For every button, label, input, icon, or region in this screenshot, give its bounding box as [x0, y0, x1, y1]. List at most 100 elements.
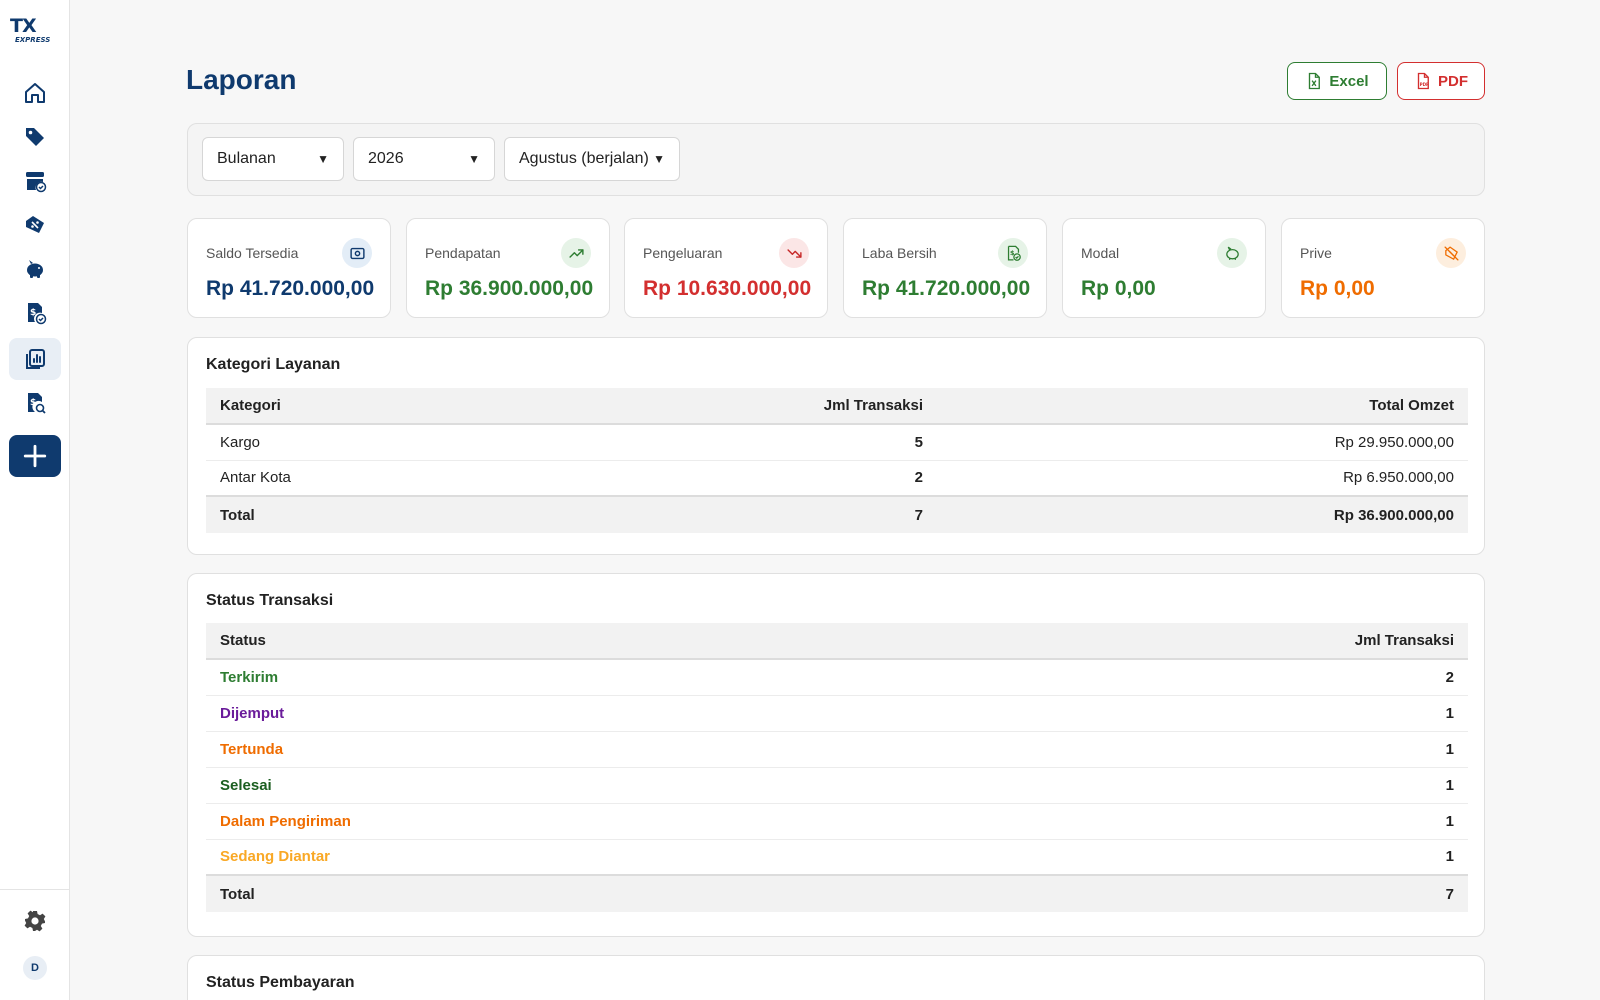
hand-money-icon — [1436, 238, 1466, 268]
trend-down-icon — [779, 238, 809, 268]
home-icon — [25, 83, 45, 103]
status-name: Terkirim — [206, 659, 907, 696]
table-row: Kargo 5 Rp 29.950.000,00 — [206, 424, 1468, 461]
total-label: Total — [206, 495, 606, 533]
table-row: Terkirim 2 — [206, 659, 1468, 696]
sidebar-item-laporan[interactable] — [9, 338, 61, 380]
card-label: Pengeluaran — [643, 245, 723, 261]
card-value: Rp 0,00 — [1300, 277, 1375, 300]
table-row: Antar Kota 2 Rp 6.950.000,00 — [206, 460, 1468, 497]
money-check-icon: $ — [998, 238, 1028, 268]
status-name: Tertunda — [206, 731, 907, 768]
status-count: 1 — [906, 803, 1468, 840]
card-value: Rp 36.900.000,00 — [425, 277, 594, 300]
chevron-down-icon: ▼ — [468, 152, 480, 166]
total-omzet: Rp 36.900.000,00 — [937, 495, 1468, 533]
card-value: Rp 41.720.000,00 — [206, 277, 375, 300]
kategori-name: Antar Kota — [206, 460, 606, 497]
wallet-icon — [342, 238, 372, 268]
panel-title: Status Transaksi — [206, 592, 334, 609]
year-select-value: 2026 — [368, 150, 404, 167]
app-logo[interactable]: TX EXPRESS — [10, 16, 60, 46]
status-table: Status Jml Transaksi Terkirim 2 Dijemput… — [206, 623, 1468, 912]
table-total-row: Total 7 Rp 36.900.000,00 — [206, 495, 1468, 533]
status-count: 1 — [906, 767, 1468, 804]
year-select[interactable]: 2026 ▼ — [353, 137, 495, 181]
excel-file-icon — [1309, 72, 1321, 90]
gear-icon — [24, 910, 46, 932]
summary-card-pendapatan: Pendapatan Rp 36.900.000,00 — [406, 218, 610, 318]
table-header-row: Status Jml Transaksi — [206, 623, 1468, 660]
svg-text:$: $ — [30, 308, 36, 318]
sidebar: TX EXPRESS $ $ D — [0, 0, 70, 1000]
kategori-omzet: Rp 6.950.000,00 — [937, 460, 1468, 497]
column-header-total-omzet[interactable]: Total Omzet — [937, 388, 1468, 425]
sidebar-item-diskon[interactable] — [9, 204, 61, 246]
svg-text:$: $ — [30, 398, 36, 408]
table-row: Selesai 1 — [206, 767, 1468, 804]
user-avatar[interactable]: D — [23, 956, 47, 980]
total-count: 7 — [906, 874, 1468, 912]
chevron-down-icon: ▼ — [317, 152, 329, 166]
box-check-icon — [26, 172, 47, 193]
table-total-row: Total 7 — [206, 874, 1468, 912]
status-count: 1 — [906, 695, 1468, 732]
export-pdf-button[interactable]: PDF PDF — [1397, 62, 1485, 100]
discount-icon — [26, 216, 44, 233]
filter-bar: Bulanan ▼ 2026 ▼ Agustus (berjalan) ▼ — [187, 123, 1485, 196]
sidebar-item-tarif[interactable] — [9, 116, 61, 158]
status-count: 1 — [906, 731, 1468, 768]
add-transaction-button[interactable] — [9, 435, 61, 477]
kategori-omzet: Rp 29.950.000,00 — [937, 424, 1468, 461]
table-row: Dijemput 1 — [206, 695, 1468, 732]
panel-title: Kategori Layanan — [206, 356, 341, 373]
kategori-count: 2 — [606, 460, 937, 497]
card-label: Modal — [1081, 245, 1120, 261]
card-label: Pendapatan — [425, 245, 501, 261]
card-label: Laba Bersih — [862, 245, 937, 261]
status-count: 1 — [906, 839, 1468, 876]
sidebar-item-cek-resi[interactable]: $ — [9, 382, 61, 424]
panel-title: Status Pembayaran — [206, 974, 355, 991]
card-value: Rp 0,00 — [1081, 277, 1156, 300]
status-name: Dijemput — [206, 695, 907, 732]
trend-up-icon — [561, 238, 591, 268]
summary-card-modal: Modal Rp 0,00 — [1062, 218, 1266, 318]
pdf-file-icon: PDF — [1417, 72, 1429, 90]
column-header-kategori[interactable]: Kategori — [206, 388, 606, 425]
sidebar-divider — [0, 889, 70, 890]
table-row: Tertunda 1 — [206, 731, 1468, 768]
sidebar-item-home[interactable] — [9, 72, 61, 114]
table-row: Sedang Diantar 1 — [206, 839, 1468, 876]
summary-card-prive: Prive Rp 0,00 — [1281, 218, 1485, 318]
sidebar-item-transaksi[interactable] — [9, 160, 61, 202]
piggy-bank-icon — [1217, 238, 1247, 268]
settings-button[interactable] — [9, 900, 61, 942]
chevron-down-icon: ▼ — [653, 152, 665, 166]
card-value: Rp 10.630.000,00 — [643, 277, 812, 300]
status-name: Sedang Diantar — [206, 839, 907, 876]
status-name: Dalam Pengiriman — [206, 803, 907, 840]
month-select[interactable]: Agustus (berjalan) ▼ — [504, 137, 680, 181]
kategori-layanan-panel: Kategori Layanan Kategori Jml Transaksi … — [187, 337, 1485, 555]
logo-text: TX — [10, 15, 37, 37]
total-count: 7 — [606, 495, 937, 533]
kategori-table: Kategori Jml Transaksi Total Omzet Kargo… — [206, 388, 1468, 533]
status-name: Selesai — [206, 767, 907, 804]
sidebar-item-modal[interactable] — [9, 248, 61, 290]
column-header-jml-transaksi[interactable]: Jml Transaksi — [606, 388, 937, 425]
table-header-row: Kategori Jml Transaksi Total Omzet — [206, 388, 1468, 425]
status-pembayaran-panel: Status Pembayaran — [187, 955, 1485, 1000]
period-select[interactable]: Bulanan ▼ — [202, 137, 344, 181]
column-header-status[interactable]: Status — [206, 623, 907, 660]
piggy-bank-icon — [27, 260, 43, 278]
kategori-name: Kargo — [206, 424, 606, 461]
sidebar-item-keuangan[interactable]: $ — [9, 292, 61, 334]
total-label: Total — [206, 874, 907, 912]
plus-icon — [23, 444, 47, 468]
export-excel-button[interactable]: Excel — [1287, 62, 1387, 100]
status-transaksi-panel: Status Transaksi Status Jml Transaksi Te… — [187, 573, 1485, 937]
column-header-jml-transaksi[interactable]: Jml Transaksi — [906, 623, 1468, 660]
export-pdf-label: PDF — [1438, 72, 1468, 90]
logo-subtext: EXPRESS — [15, 36, 51, 44]
